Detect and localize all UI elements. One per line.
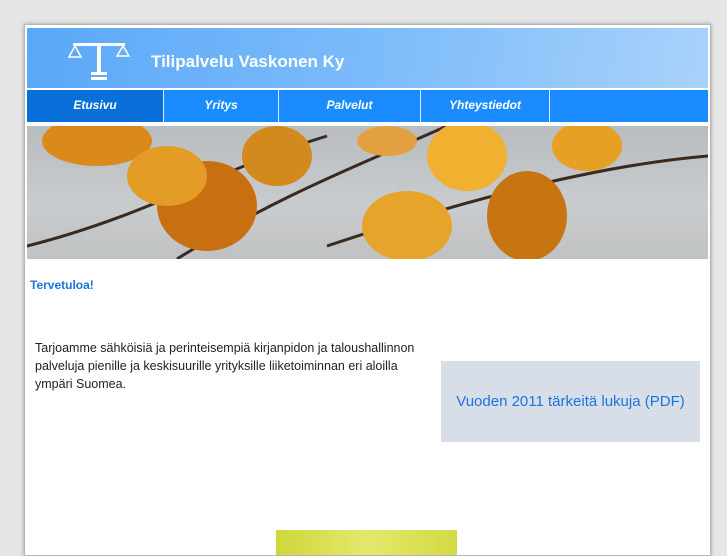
autumn-leaves-image xyxy=(27,126,708,259)
site-title: Tilipalvelu Vaskonen Ky xyxy=(151,52,345,71)
nav-item-yhteystiedot[interactable]: Yhteystiedot xyxy=(421,90,550,122)
pdf-box: Vuoden 2011 tärkeitä lukuja (PDF) xyxy=(441,361,700,442)
nav-item-palvelut[interactable]: Palvelut xyxy=(279,90,421,122)
nav-empty xyxy=(550,90,708,122)
banner-image xyxy=(27,126,708,259)
intro-text: Tarjoamme sähköisiä ja perinteisempiä ki… xyxy=(35,341,415,391)
main-nav: Etusivu Yritys Palvelut Yhteystiedot xyxy=(27,88,708,122)
pdf-link[interactable]: Vuoden 2011 tärkeitä lukuja (PDF) xyxy=(456,393,684,410)
bottom-image xyxy=(276,530,457,555)
nav-item-yritys[interactable]: Yritys xyxy=(164,90,279,122)
site-header: Tilipalvelu Vaskonen Ky xyxy=(27,28,708,88)
nav-item-etusivu[interactable]: Etusivu xyxy=(27,90,164,122)
welcome-heading: Tervetuloa! xyxy=(30,278,94,292)
scales-icon xyxy=(67,43,131,80)
page: Tilipalvelu Vaskonen Ky Etusivu Yritys P… xyxy=(24,24,711,556)
